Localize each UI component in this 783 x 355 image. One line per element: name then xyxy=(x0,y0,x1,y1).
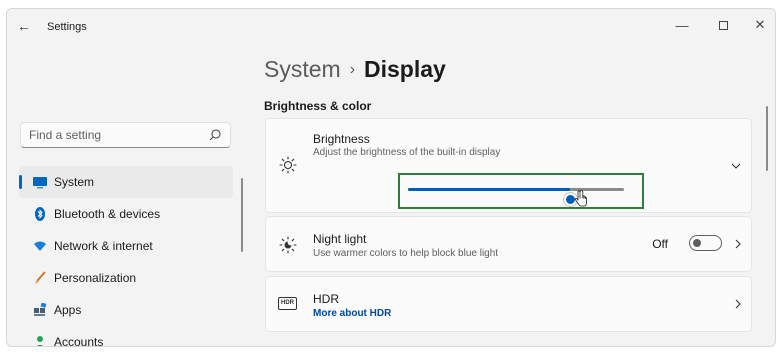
brightness-slider-highlight xyxy=(398,173,644,209)
chevron-right-icon[interactable] xyxy=(733,299,743,309)
sidebar-item-label: Accounts xyxy=(54,335,104,347)
sidebar-item-label: System xyxy=(54,175,95,189)
close-button[interactable]: ✕ xyxy=(740,14,775,36)
night-light-title: Night light xyxy=(313,232,367,246)
back-arrow-icon[interactable]: ← xyxy=(17,18,31,34)
hdr-card[interactable]: HDR HDR More about HDR xyxy=(265,276,752,332)
night-light-toggle[interactable] xyxy=(689,235,722,251)
search-input[interactable]: Find a setting xyxy=(20,122,231,148)
toggle-knob xyxy=(693,239,701,247)
breadcrumb-separator: › xyxy=(349,61,356,78)
app-title: Settings xyxy=(47,21,87,33)
maximize-button[interactable] xyxy=(703,14,743,36)
sidebar-item-network[interactable]: Network & internet xyxy=(19,230,233,262)
selection-indicator xyxy=(19,175,22,189)
bluetooth-icon xyxy=(35,207,45,221)
settings-window: ← Settings — ✕ Find a setting System Blu xyxy=(6,8,776,347)
wifi-icon xyxy=(34,241,46,251)
sidebar-item-system[interactable]: System xyxy=(19,166,233,198)
sidebar-item-accounts[interactable]: Accounts xyxy=(19,326,233,347)
brightness-card[interactable]: Brightness Adjust the brightness of the … xyxy=(265,118,752,213)
sidebar-item-label: Network & internet xyxy=(54,239,153,253)
sidebar-item-label: Apps xyxy=(54,303,82,317)
apps-icon xyxy=(34,303,47,316)
page-title: System › Display xyxy=(264,56,446,83)
sidebar-item-label: Bluetooth & devices xyxy=(54,207,161,221)
sidebar-scrollbar[interactable] xyxy=(241,178,243,252)
search-icon xyxy=(209,129,221,141)
close-icon: ✕ xyxy=(754,17,766,32)
sidebar-nav: System Bluetooth & devices Network & int… xyxy=(19,166,233,347)
hand-cursor-icon xyxy=(574,190,587,207)
night-light-description: Use warmer colors to help block blue lig… xyxy=(313,248,499,259)
hdr-more-link[interactable]: More about HDR xyxy=(313,308,391,319)
system-icon xyxy=(33,177,47,189)
breadcrumb-parent[interactable]: System xyxy=(264,56,341,82)
breadcrumb-current: Display xyxy=(364,56,446,82)
brightness-title: Brightness xyxy=(313,132,370,146)
brightness-slider[interactable] xyxy=(408,188,624,206)
night-light-card[interactable]: Night light Use warmer colors to help bl… xyxy=(265,216,752,272)
minimize-icon: — xyxy=(675,17,689,33)
title-bar: ← Settings — ✕ xyxy=(7,9,775,43)
slider-fill xyxy=(408,188,570,191)
section-title: Brightness & color xyxy=(264,99,372,113)
brightness-description: Adjust the brightness of the built-in di… xyxy=(313,147,501,158)
chevron-down-icon[interactable] xyxy=(731,161,741,171)
sidebar-item-personalization[interactable]: Personalization xyxy=(19,262,233,294)
maximize-icon xyxy=(718,20,728,30)
hdr-icon: HDR xyxy=(278,297,297,310)
paintbrush-icon xyxy=(35,271,46,284)
night-light-status: Off xyxy=(652,237,668,251)
person-icon xyxy=(37,336,43,346)
minimize-button[interactable]: — xyxy=(662,14,702,36)
chevron-right-icon[interactable] xyxy=(733,239,743,249)
search-placeholder: Find a setting xyxy=(29,128,102,142)
night-light-icon xyxy=(279,236,297,254)
brightness-icon xyxy=(279,156,297,174)
hdr-title: HDR xyxy=(313,292,339,306)
sidebar-item-label: Personalization xyxy=(54,271,137,285)
main-scrollbar[interactable] xyxy=(766,106,768,171)
sidebar-item-apps[interactable]: Apps xyxy=(19,294,233,326)
sidebar-item-bluetooth[interactable]: Bluetooth & devices xyxy=(19,198,233,230)
